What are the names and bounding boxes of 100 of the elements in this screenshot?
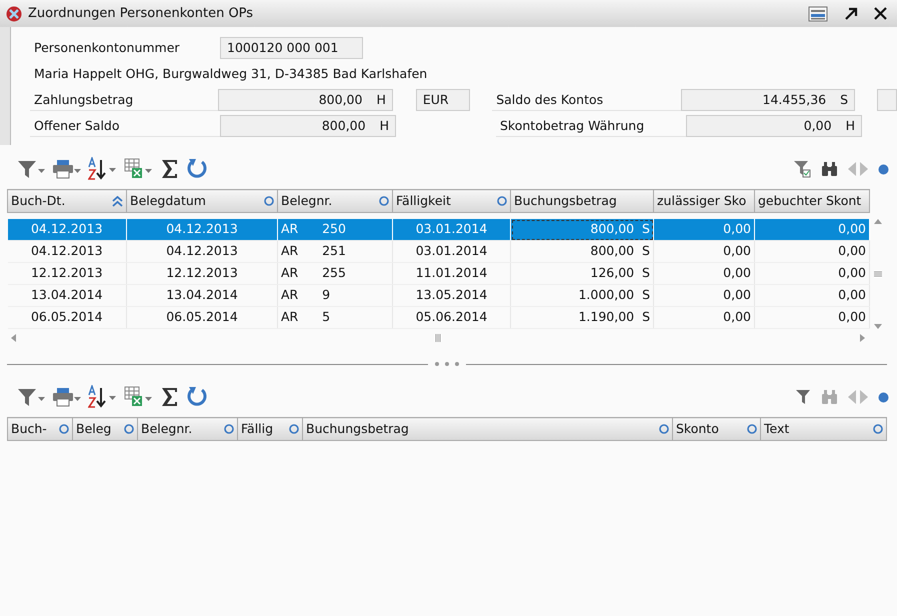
column-header[interactable]: Buchungsbetrag <box>510 190 654 212</box>
scroll-thumb-grip-icon[interactable] <box>874 271 882 277</box>
column-header[interactable]: Skonto <box>672 418 760 440</box>
currency-field[interactable]: EUR <box>416 89 470 111</box>
excel-export-icon[interactable] <box>124 386 154 408</box>
table-cell: 03.01.2014 <box>392 240 510 262</box>
app-logo-icon <box>6 6 22 22</box>
filter-icon[interactable] <box>795 388 811 406</box>
table-cell: 12.12.2013 <box>8 262 126 284</box>
close-icon[interactable] <box>874 7 887 20</box>
table-cell: 12.12.2013 <box>126 262 278 284</box>
table-cell: 126,00 S <box>510 262 654 284</box>
column-header[interactable]: zulässiger Sko <box>654 190 754 212</box>
sort-circle-icon[interactable] <box>124 424 134 434</box>
table-cell: 13.05.2014 <box>392 284 510 306</box>
column-header[interactable]: Text <box>760 418 886 440</box>
sort-circle-icon[interactable] <box>224 424 234 434</box>
field-label: Zahlungsbetrag <box>30 89 218 111</box>
table-cell: 04.12.2013 <box>126 240 278 262</box>
column-header[interactable]: Belegnr. <box>278 190 392 212</box>
column-header[interactable]: Buch- <box>8 418 72 440</box>
table-cell: 0,00 <box>754 240 870 262</box>
scroll-left-icon[interactable] <box>11 334 16 342</box>
column-header[interactable]: gebuchter Skont <box>754 190 870 212</box>
table-row[interactable]: 04.12.2013 04.12.2013 AR 250 03.01.2014 800,00 S 0,00 0,00 <box>8 218 870 240</box>
column-header[interactable]: Buchungsbetrag <box>302 418 672 440</box>
scroll-up-icon[interactable] <box>874 219 882 224</box>
table-row[interactable]: 06.05.2014 06.05.2014 AR 5 05.06.2014 1.190,00 S 0,00 0,00 <box>8 306 870 328</box>
table-cell: 0,00 <box>754 218 870 240</box>
filter-check-icon[interactable] <box>793 160 811 178</box>
sort-circle-icon[interactable] <box>289 424 299 434</box>
input-field[interactable]: 1000120 000 001 <box>220 37 363 59</box>
sort-circle-icon[interactable] <box>497 196 507 206</box>
table-cell: 800,00 S <box>510 240 654 262</box>
sort-ascending-icon[interactable] <box>112 196 123 206</box>
sum-icon[interactable] <box>160 158 180 180</box>
table-cell: 1.190,00 S <box>510 306 654 328</box>
column-header[interactable]: Belegdatum <box>126 190 278 212</box>
table-cell: 0,00 <box>654 240 754 262</box>
table-row[interactable]: 13.04.2014 13.04.2014 AR 9 13.05.2014 1.000,00 S 0,00 0,00 <box>8 284 870 306</box>
splitter-handle-icon[interactable] <box>434 361 460 367</box>
table-cell: 800,00 S <box>510 218 654 240</box>
filter-dropdown-icon[interactable] <box>16 158 46 180</box>
status-dot-icon <box>878 164 889 174</box>
expand-arrow-icon[interactable] <box>844 6 858 20</box>
input-field[interactable]: 14.455,36 S <box>680 89 856 111</box>
input-field[interactable] <box>877 89 897 111</box>
excel-export-icon[interactable] <box>124 158 154 180</box>
refresh-icon[interactable] <box>186 386 208 408</box>
input-field[interactable]: 0,00 H <box>686 115 862 137</box>
table-cell: 06.05.2014 <box>8 306 126 328</box>
column-header[interactable]: Fälligkeit <box>392 190 510 212</box>
print-dropdown-icon[interactable] <box>52 386 82 408</box>
field-label: Skontobetrag Währung <box>496 115 686 137</box>
sort-circle-icon[interactable] <box>379 196 389 206</box>
scroll-down-icon[interactable] <box>874 324 882 329</box>
table-cell: 0,00 <box>654 262 754 284</box>
window-list-icon[interactable] <box>808 6 828 22</box>
column-header[interactable]: Fällig <box>238 418 302 440</box>
status-dot-icon <box>878 392 889 402</box>
sort-circle-icon[interactable] <box>59 424 69 434</box>
binoculars-icon[interactable] <box>821 161 838 177</box>
sort-circle-icon[interactable] <box>659 424 669 434</box>
input-field[interactable]: 800,00 H <box>218 89 393 111</box>
table-cell: AR 255 <box>278 262 392 284</box>
input-field[interactable]: 800,00 H <box>220 115 396 137</box>
table-row[interactable]: 12.12.2013 12.12.2013 AR 255 11.01.2014 126,00 S 0,00 0,00 <box>8 262 870 284</box>
table-cell: AR 250 <box>278 218 392 240</box>
scroll-thumb-grip-icon[interactable] <box>435 334 441 342</box>
table-cell: 0,00 <box>754 306 870 328</box>
table-cell: 05.06.2014 <box>392 306 510 328</box>
side-scrollbar[interactable] <box>0 27 11 145</box>
table-cell: 11.01.2014 <box>392 262 510 284</box>
column-header[interactable]: Beleg <box>72 418 138 440</box>
sort-az-icon[interactable] <box>88 385 118 409</box>
field-label: Personenkontonummer <box>33 39 181 57</box>
table-cell: AR 5 <box>278 306 392 328</box>
field-label: Saldo des Kontos <box>492 89 681 111</box>
refresh-icon[interactable] <box>186 158 208 180</box>
address-text: Maria Happelt OHG, Burgwaldweg 31, D-34385 Bad Karlshafen <box>33 64 428 83</box>
column-header[interactable]: Belegnr. <box>138 418 238 440</box>
table-cell: 0,00 <box>654 306 754 328</box>
print-dropdown-icon[interactable] <box>52 158 82 180</box>
sum-icon[interactable] <box>160 386 180 408</box>
table-cell: 13.04.2014 <box>126 284 278 306</box>
sort-circle-icon[interactable] <box>873 424 883 434</box>
column-header[interactable]: Buch-Dt. <box>8 190 126 212</box>
table-cell: 0,00 <box>754 284 870 306</box>
filter-dropdown-icon[interactable] <box>16 386 46 408</box>
sort-circle-icon[interactable] <box>264 196 274 206</box>
scroll-right-icon[interactable] <box>860 334 865 342</box>
table-cell: 0,00 <box>754 262 870 284</box>
table-cell: 04.12.2013 <box>126 218 278 240</box>
field-label: Offener Saldo <box>30 115 220 137</box>
sort-circle-icon[interactable] <box>747 424 757 434</box>
table-cell: 03.01.2014 <box>392 218 510 240</box>
table-cell: 04.12.2013 <box>8 218 126 240</box>
table-row[interactable]: 04.12.2013 04.12.2013 AR 251 03.01.2014 800,00 S 0,00 0,00 <box>8 240 870 262</box>
table-cell: 04.12.2013 <box>8 240 126 262</box>
sort-az-icon[interactable] <box>88 157 118 181</box>
